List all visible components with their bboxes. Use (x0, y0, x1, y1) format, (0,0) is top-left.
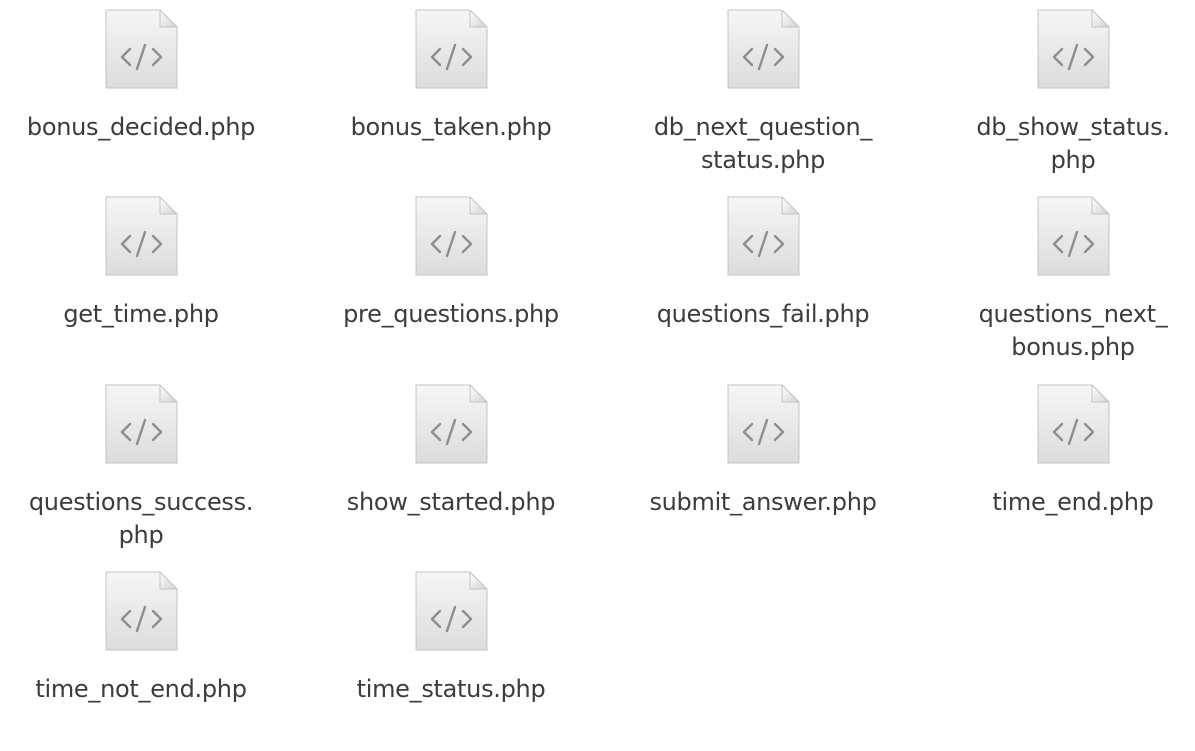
file-icon-grid: bonus_decided.php bonus_taken.php db_nex… (0, 0, 1195, 710)
php-code-file-icon (105, 571, 178, 651)
file-item[interactable]: show_started.php (306, 384, 596, 564)
file-item[interactable]: get_time.php (0, 196, 286, 376)
php-code-file-icon (1037, 384, 1110, 464)
php-code-file-icon (1037, 9, 1110, 89)
file-name-label: bonus_taken.php (350, 113, 552, 141)
file-name-label: time_status.php (356, 675, 546, 703)
file-item[interactable]: db_show_status. php (928, 9, 1195, 189)
file-name-label: db_next_question_ status.php (653, 113, 873, 174)
file-name-label: show_started.php (346, 488, 556, 516)
file-name-label: pre_questions.php (343, 300, 559, 328)
file-item[interactable]: questions_next_ bonus.php (928, 196, 1195, 376)
file-item[interactable]: time_end.php (928, 384, 1195, 564)
php-code-file-icon (727, 384, 800, 464)
file-item[interactable]: questions_success. php (0, 384, 286, 564)
php-code-file-icon (1037, 196, 1110, 276)
php-code-file-icon (727, 9, 800, 89)
php-code-file-icon (415, 9, 488, 89)
file-name-label: questions_fail.php (656, 300, 870, 328)
php-code-file-icon (415, 384, 488, 464)
file-item[interactable]: db_next_question_ status.php (618, 9, 908, 189)
file-name-label: time_end.php (992, 488, 1154, 516)
file-item[interactable]: bonus_decided.php (0, 9, 286, 189)
php-code-file-icon (727, 196, 800, 276)
file-name-label: db_show_status. php (976, 113, 1170, 174)
file-item[interactable]: questions_fail.php (618, 196, 908, 376)
file-name-label: get_time.php (63, 300, 219, 328)
file-item[interactable]: bonus_taken.php (306, 9, 596, 189)
php-code-file-icon (415, 196, 488, 276)
php-code-file-icon (105, 9, 178, 89)
file-name-label: bonus_decided.php (26, 113, 256, 141)
file-item[interactable]: pre_questions.php (306, 196, 596, 376)
file-item[interactable]: submit_answer.php (618, 384, 908, 564)
file-item[interactable]: time_not_end.php (0, 571, 286, 751)
file-item[interactable]: time_status.php (306, 571, 596, 751)
php-code-file-icon (105, 196, 178, 276)
file-name-label: time_not_end.php (35, 675, 247, 703)
file-name-label: questions_next_ bonus.php (978, 300, 1168, 361)
php-code-file-icon (415, 571, 488, 651)
file-name-label: submit_answer.php (649, 488, 877, 516)
php-code-file-icon (105, 384, 178, 464)
file-name-label: questions_success. php (28, 488, 254, 549)
